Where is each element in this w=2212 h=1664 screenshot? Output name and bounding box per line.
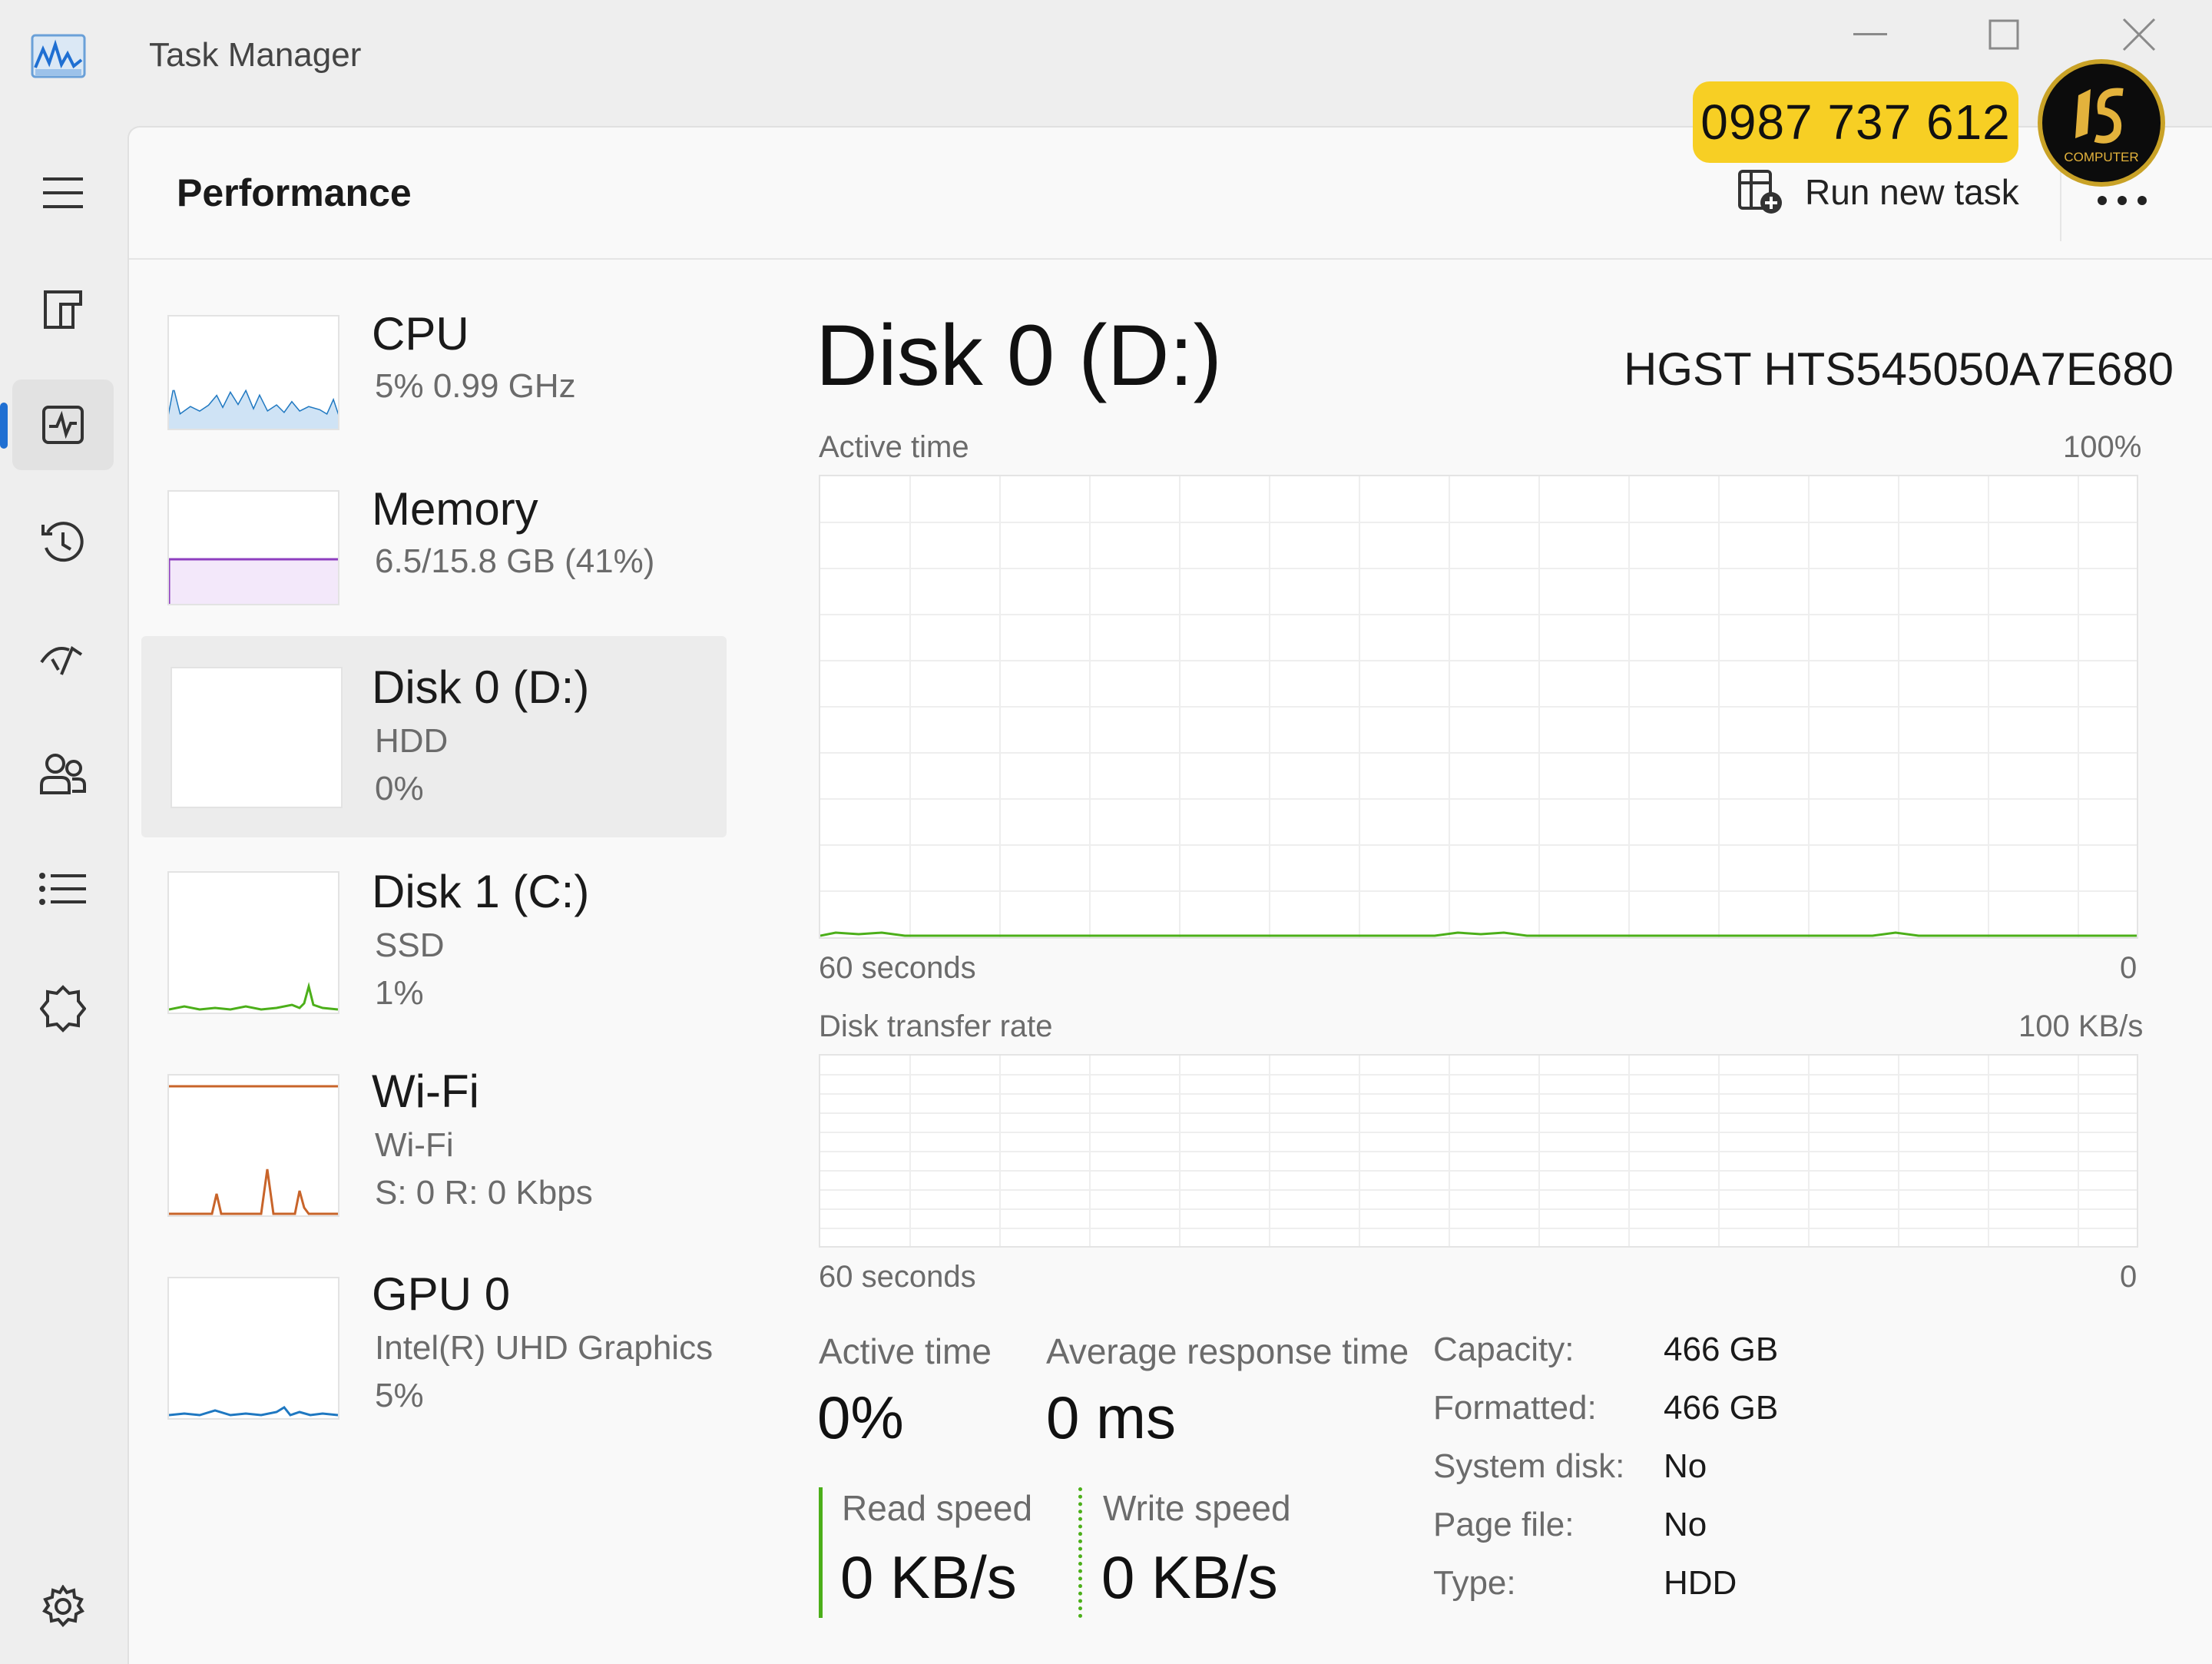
gpu-thumbnail <box>167 1277 339 1420</box>
active-time-graph-label: Active time <box>819 430 969 464</box>
minimize-button[interactable] <box>1836 0 1905 69</box>
prop-system-disk-key: System disk: <box>1433 1447 1625 1485</box>
prop-formatted-value: 466 GB <box>1664 1389 1779 1427</box>
nav-processes[interactable] <box>12 264 114 355</box>
page-title: Performance <box>177 171 412 214</box>
close-icon <box>2122 18 2156 51</box>
stat-response-value: 0 ms <box>1046 1384 1177 1451</box>
performance-icon <box>42 406 84 444</box>
run-new-task-label: Run new task <box>1805 172 2019 212</box>
nav-app-history[interactable] <box>12 498 114 588</box>
resource-type: HDD <box>375 722 449 760</box>
prop-system-disk-value: No <box>1664 1447 1707 1485</box>
write-speed-marker <box>1078 1487 1082 1618</box>
brand-logo-text: COMPUTER <box>2064 150 2138 164</box>
nav-hamburger-button[interactable] <box>12 148 114 238</box>
prop-page-file-value: No <box>1664 1506 1707 1543</box>
resource-name: CPU <box>372 308 469 360</box>
app-history-icon <box>41 522 84 562</box>
stat-active-time-value: 0% <box>817 1384 904 1451</box>
resource-name: GPU 0 <box>372 1268 511 1320</box>
resource-type: SSD <box>375 926 445 964</box>
maximize-icon <box>1988 19 2019 50</box>
nav-users[interactable] <box>12 728 114 819</box>
transfer-rate-graph <box>819 1054 2138 1248</box>
transfer-graph-min: 0 <box>2120 1260 2137 1294</box>
resource-name: Disk 1 (C:) <box>372 866 590 917</box>
more-dots-icon <box>2098 196 2147 205</box>
active-time-graph-min: 0 <box>2120 951 2137 985</box>
resource-throughput: S: 0 R: 0 Kbps <box>375 1174 593 1212</box>
transfer-graph-label: Disk transfer rate <box>819 1009 1053 1043</box>
settings-icon <box>42 1585 84 1627</box>
minimize-icon <box>1853 33 1887 35</box>
resource-name: Disk 0 (D:) <box>372 661 590 713</box>
stat-read-value: 0 KB/s <box>840 1543 1017 1611</box>
disk1-thumbnail <box>167 871 339 1014</box>
disk0-thumbnail <box>171 667 343 808</box>
transfer-graph-duration: 60 seconds <box>819 1260 976 1294</box>
cpu-thumbnail <box>167 315 339 430</box>
nav-settings[interactable] <box>12 1561 114 1652</box>
active-time-graph-duration: 60 seconds <box>819 951 976 985</box>
users-icon <box>40 754 86 794</box>
resource-usage: 1% <box>375 974 424 1012</box>
resource-wifi[interactable]: Wi-Fi Wi-Fi S: 0 R: 0 Kbps <box>141 1052 727 1254</box>
active-time-graph-max: 100% <box>2063 430 2142 464</box>
stat-active-time-label: Active time <box>819 1331 992 1371</box>
nav-details[interactable] <box>12 844 114 934</box>
wifi-thumbnail <box>167 1074 339 1217</box>
details-icon <box>39 873 86 905</box>
prop-capacity-value: 466 GB <box>1664 1331 1779 1368</box>
nav-performance[interactable] <box>12 380 114 470</box>
transfer-graph-max: 100 KB/s <box>2018 1009 2144 1043</box>
active-nav-indicator <box>0 403 8 449</box>
prop-type-value: HDD <box>1664 1564 1737 1602</box>
prop-formatted-key: Formatted: <box>1433 1389 1597 1427</box>
resource-detail: 5% 0.99 GHz <box>375 367 576 405</box>
maximize-button[interactable] <box>1969 0 2038 69</box>
stat-write-value: 0 KB/s <box>1101 1543 1278 1611</box>
resource-usage: 5% <box>375 1377 424 1414</box>
window-title: Task Manager <box>149 36 362 74</box>
nav-services[interactable] <box>12 963 114 1054</box>
nav-startup-apps[interactable] <box>12 613 114 704</box>
prop-capacity-key: Capacity: <box>1433 1331 1575 1368</box>
prop-type-key: Type: <box>1433 1564 1516 1602</box>
services-icon <box>40 985 86 1033</box>
memory-thumbnail <box>167 490 339 605</box>
run-task-icon <box>1738 170 1782 214</box>
resource-detail: 6.5/15.8 GB (41%) <box>375 542 655 580</box>
resource-model: Intel(R) UHD Graphics <box>375 1329 714 1367</box>
disk-model: HGST HTS545050A7E680 <box>1624 343 2174 395</box>
detail-title: Disk 0 (D:) <box>816 307 1222 403</box>
read-speed-marker <box>819 1487 823 1618</box>
resource-name: Memory <box>372 483 538 535</box>
resource-adapter: Wi-Fi <box>375 1126 454 1164</box>
resource-name: Wi-Fi <box>372 1066 479 1117</box>
task-manager-app-icon <box>31 34 86 81</box>
prop-page-file-key: Page file: <box>1433 1506 1575 1543</box>
stat-response-label: Average response time <box>1046 1331 1409 1371</box>
stat-write-label: Write speed <box>1103 1488 1291 1528</box>
stat-read-label: Read speed <box>842 1488 1033 1528</box>
processes-icon <box>44 290 82 329</box>
resource-gpu-0[interactable]: GPU 0 Intel(R) UHD Graphics 5% <box>141 1255 727 1457</box>
resource-disk-1[interactable]: Disk 1 (C:) SSD 1% <box>141 850 727 1051</box>
active-time-graph <box>819 475 2138 939</box>
resource-cpu[interactable]: CPU 5% 0.99 GHz <box>141 297 727 498</box>
startup-apps-icon <box>40 645 83 675</box>
run-new-task-button[interactable]: Run new task <box>1737 169 2019 215</box>
resource-usage: 0% <box>375 770 424 807</box>
resource-disk-0[interactable]: Disk 0 (D:) HDD 0% <box>141 636 727 837</box>
hamburger-menu-icon <box>43 177 83 208</box>
phone-number-badge: 0987 737 612 <box>1693 81 2018 163</box>
brand-logo: COMPUTER <box>2037 58 2166 187</box>
